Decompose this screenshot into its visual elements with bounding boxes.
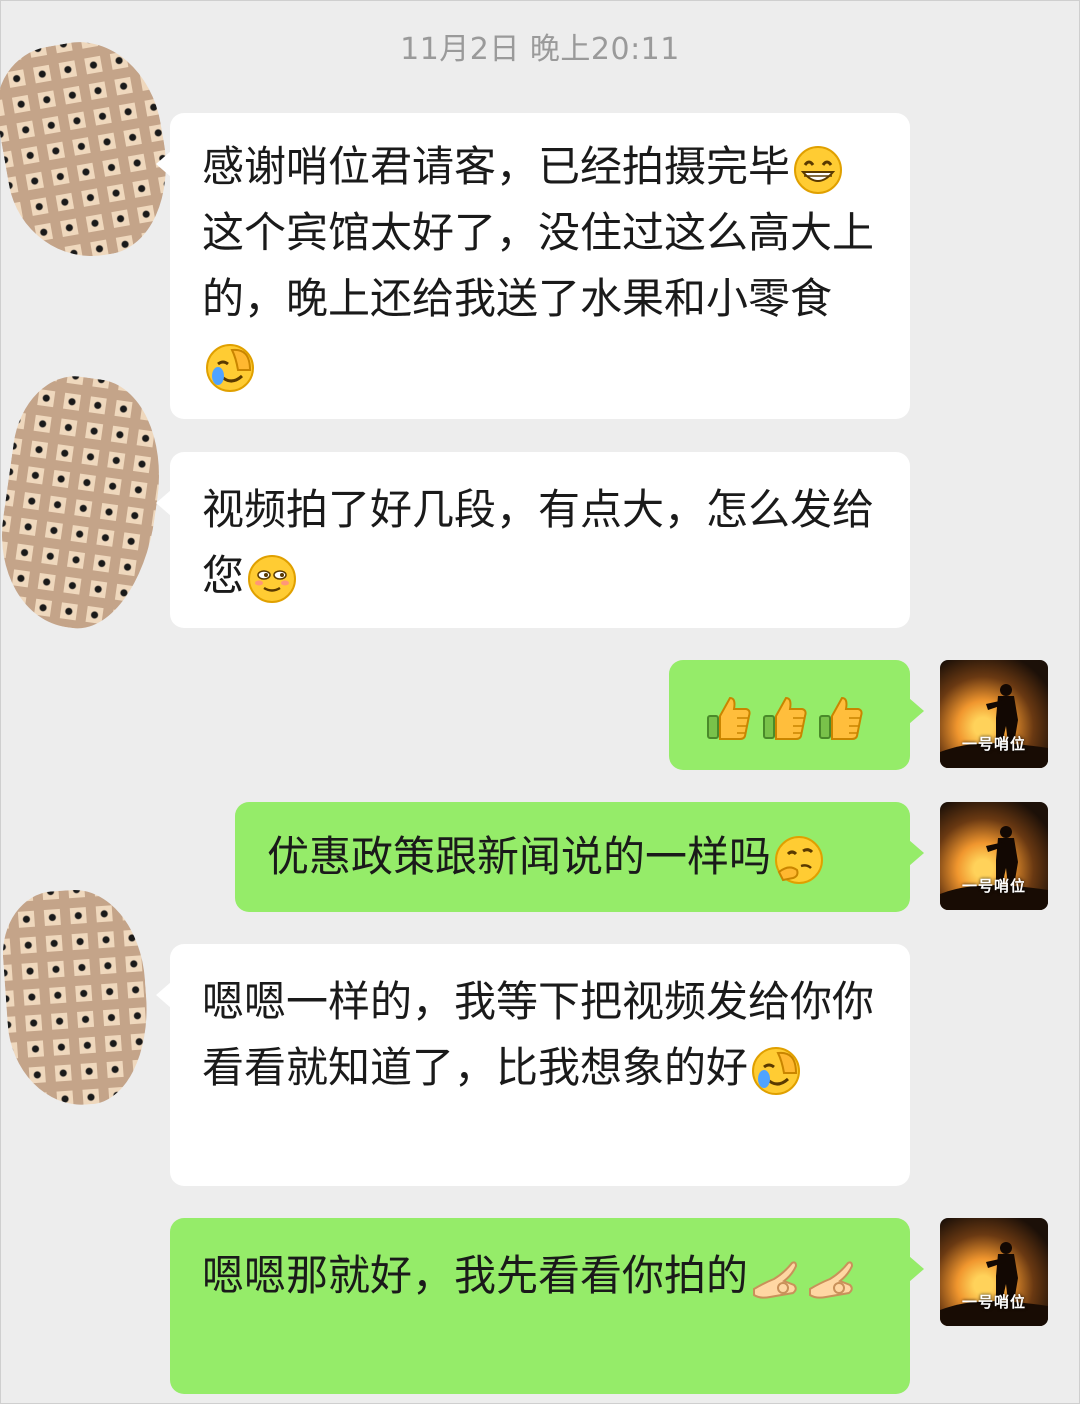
thumbs-up-icon [759, 692, 811, 744]
outgoing-message-bubble[interactable] [669, 660, 924, 770]
shy-icon [246, 553, 298, 605]
thumbs-up-icon [703, 692, 755, 744]
incoming-message-bubble[interactable]: 视频拍了好几段，有点大，怎么发给您 [156, 452, 910, 628]
message-text: 感谢哨位君请客，已经拍摄完毕 [202, 142, 791, 191]
facepalm-icon [204, 342, 256, 394]
avatar-caption: 一号哨位 [961, 735, 1026, 753]
self-avatar[interactable]: 一号哨位 [940, 802, 1048, 910]
message-text: 这个宾馆太好了，没住过这么高大上的，晚上还给我送了水果和小零食 [202, 208, 875, 323]
facepalm-icon [750, 1045, 802, 1097]
message-timestamp: 11月2日 晚上20:11 [400, 32, 680, 67]
ok-hand-icon [806, 1253, 858, 1305]
avatar-caption: 一号哨位 [961, 877, 1026, 895]
incoming-message-bubble[interactable]: 嗯嗯一样的，我等下把视频发给你你看看就知道了，比我想象的好 [156, 944, 910, 1186]
grin-icon [792, 144, 844, 196]
message-text: 优惠政策跟新闻说的一样吗 [267, 832, 772, 881]
outgoing-message-bubble[interactable]: 优惠政策跟新闻说的一样吗 [235, 802, 924, 912]
message-text: 视频拍了好几段，有点大，怎么发给您 [202, 485, 875, 600]
incoming-message-bubble[interactable]: 感谢哨位君请客，已经拍摄完毕这个宾馆太好了，没住过这么高大上的，晚上还给我送了水… [156, 113, 910, 419]
thumbs-up-icon [815, 692, 867, 744]
self-avatar[interactable]: 一号哨位 [940, 1218, 1048, 1326]
ok-hand-icon [750, 1253, 802, 1305]
thinking-icon [773, 834, 825, 886]
message-text: 嗯嗯那就好，我先看看你拍的 [202, 1251, 749, 1300]
self-avatar[interactable]: 一号哨位 [940, 660, 1048, 768]
avatar-caption: 一号哨位 [961, 1293, 1026, 1311]
outgoing-message-bubble[interactable]: 嗯嗯那就好，我先看看你拍的 [170, 1218, 924, 1394]
